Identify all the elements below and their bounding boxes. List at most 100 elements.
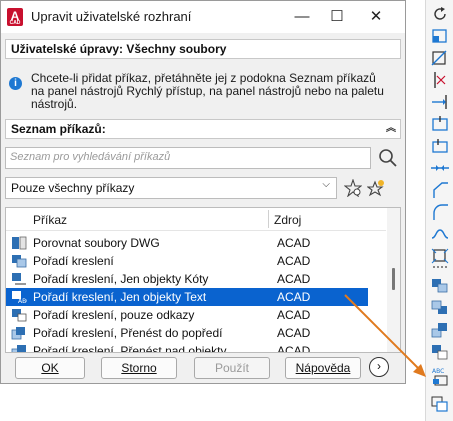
- bring-to-front-icon: [11, 327, 25, 340]
- stretch-icon: [431, 50, 447, 66]
- command-source: ACAD: [277, 236, 311, 250]
- collapse-chevron-icon[interactable]: ︽: [386, 120, 396, 138]
- svg-text:ABC: ABC: [18, 298, 27, 304]
- draw-order-xrefs-icon: [12, 309, 27, 322]
- apply-button[interactable]: Použít: [194, 357, 270, 379]
- customizations-header-label: Uživatelské úpravy: Všechny soubory: [11, 42, 227, 56]
- list-item[interactable]: Pořadí kreslení, Přenést nad objekty ACA…: [6, 342, 368, 353]
- blend-curves-tool[interactable]: [429, 224, 451, 244]
- draw-order-above-tool[interactable]: [429, 320, 451, 340]
- break-tool[interactable]: [429, 114, 451, 134]
- break-at-point-tool[interactable]: [429, 136, 451, 156]
- trim-icon: [434, 72, 446, 88]
- list-item[interactable]: Pořadí kreslení, Přenést do popředí ACAD: [6, 324, 368, 342]
- draw-order-icon: [12, 255, 27, 268]
- break-icon: [432, 116, 448, 131]
- command-name: Pořadí kreslení, Přenést do popředí: [33, 326, 223, 340]
- command-name: Pořadí kreslení, Přenést nad objekty: [33, 344, 227, 353]
- hatch-to-back-tool[interactable]: [429, 394, 451, 414]
- send-to-back-icon: [431, 300, 447, 314]
- command-search-input[interactable]: Seznam pro vyhledávání příkazů: [5, 147, 371, 169]
- join-tool[interactable]: [429, 158, 451, 178]
- scale-icon: [432, 29, 447, 43]
- command-source: ACAD: [277, 344, 311, 353]
- command-list-header[interactable]: Seznam příkazů: ︽: [5, 119, 401, 139]
- list-item[interactable]: Pořadí kreslení, Jen objekty Kóty ACAD: [6, 270, 368, 288]
- chamfer-tool[interactable]: [429, 180, 451, 200]
- command-source: ACAD: [277, 272, 311, 286]
- draw-order-front-tool[interactable]: [429, 276, 451, 296]
- filter-selected-value: Pouze všechny příkazy: [11, 181, 135, 195]
- close-button[interactable]: ✕: [361, 5, 391, 29]
- draw-order-text-icon: ABC: [12, 291, 27, 304]
- info-text: Chcete-li přidat příkaz, přetáhněte jej …: [31, 71, 384, 111]
- compare-dwg-icon: [12, 236, 27, 250]
- extend-icon: [432, 95, 447, 109]
- command-list-header-label: Seznam příkazů:: [11, 122, 106, 136]
- search-icon[interactable]: [377, 147, 399, 169]
- list-item[interactable]: Porovnat soubory DWG ACAD: [6, 234, 368, 252]
- column-header-command[interactable]: Příkaz: [33, 213, 67, 227]
- maximize-button[interactable]: ☐: [322, 5, 352, 29]
- list-scrollbar[interactable]: [387, 208, 400, 352]
- bring-to-front-icon: [432, 279, 448, 293]
- explode-tool[interactable]: [429, 246, 451, 266]
- column-header-source[interactable]: Zdroj: [274, 213, 301, 227]
- title-bar: A CAD Upravit uživatelské rozhraní — ☐ ✕: [1, 1, 405, 33]
- rotate-tool[interactable]: [429, 4, 451, 24]
- command-name: Pořadí kreslení, Jen objekty Kóty: [33, 272, 209, 286]
- text-to-front-tool[interactable]: ABC: [429, 366, 451, 386]
- expand-dialog-button[interactable]: ›: [369, 357, 389, 377]
- scrollbar-thumb[interactable]: [392, 268, 395, 290]
- ok-button[interactable]: OK: [15, 357, 85, 379]
- trim-tool[interactable]: [429, 70, 451, 90]
- send-under-icon: [432, 345, 448, 360]
- star-filter-icon[interactable]: [344, 179, 362, 197]
- column-divider[interactable]: [268, 210, 269, 228]
- command-source: ACAD: [277, 308, 311, 322]
- command-name: Pořadí kreslení, Jen objekty Text: [33, 290, 207, 304]
- command-source: ACAD: [277, 290, 311, 304]
- list-item-selected[interactable]: ABC Pořadí kreslení, Jen objekty Text AC…: [6, 288, 368, 306]
- bring-above-icon: [431, 323, 447, 338]
- blend-curves-icon: [431, 229, 449, 239]
- command-name: Pořadí kreslení: [33, 254, 114, 268]
- customize-ui-dialog: A CAD Upravit uživatelské rozhraní — ☐ ✕ …: [0, 0, 406, 384]
- list-header: Příkaz Zdroj: [6, 208, 386, 231]
- scale-tool[interactable]: [429, 26, 451, 46]
- break-at-point-icon: [432, 139, 448, 153]
- list-item[interactable]: Pořadí kreslení, pouze odkazy ACAD: [6, 306, 368, 324]
- help-button[interactable]: Nápověda: [285, 357, 361, 379]
- chevron-down-icon: ⌵: [322, 179, 330, 190]
- minimize-button[interactable]: —: [287, 5, 317, 29]
- rotate-icon: [434, 7, 446, 20]
- info-icon: i: [9, 77, 22, 90]
- cancel-button[interactable]: Storno: [101, 357, 177, 379]
- command-source: ACAD: [277, 326, 311, 340]
- command-source: ACAD: [277, 254, 311, 268]
- join-icon: [431, 165, 449, 171]
- draw-order-under-tool[interactable]: [429, 342, 451, 362]
- command-list: Příkaz Zdroj Porovnat soubory DWG ACAD P…: [5, 207, 401, 353]
- info-panel: i Chcete-li přidat příkaz, přetáhněte je…: [5, 65, 401, 113]
- list-item[interactable]: Pořadí kreslení ACAD: [6, 252, 368, 270]
- fillet-icon: [433, 204, 448, 220]
- side-toolbar: ABC: [425, 0, 453, 421]
- text-to-front-icon: ABC: [432, 368, 448, 386]
- autocad-logo-icon: A CAD: [7, 8, 23, 26]
- dialog-title: Upravit uživatelské rozhraní: [31, 9, 192, 24]
- new-command-icon[interactable]: [367, 179, 385, 197]
- fillet-tool[interactable]: [429, 202, 451, 222]
- command-name: Pořadí kreslení, pouze odkazy: [33, 308, 195, 322]
- explode-icon: [431, 248, 449, 264]
- toolbar-grip[interactable]: [433, 266, 447, 271]
- draw-order-dimensions-icon: [12, 273, 26, 285]
- draw-order-back-tool[interactable]: [429, 298, 451, 318]
- extend-tool[interactable]: [429, 92, 451, 112]
- command-filter-dropdown[interactable]: Pouze všechny příkazy ⌵: [5, 177, 337, 199]
- stretch-tool[interactable]: [429, 48, 451, 68]
- chamfer-icon: [433, 182, 448, 198]
- customizations-header[interactable]: Uživatelské úpravy: Všechny soubory: [5, 39, 401, 59]
- hatch-to-back-icon: [431, 396, 448, 412]
- svg-text:ABC: ABC: [432, 368, 444, 375]
